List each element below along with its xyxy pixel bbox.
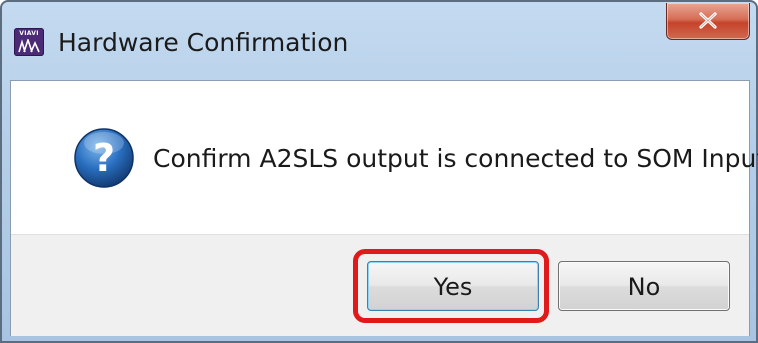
message-area: ? Confirm A2SLS output is connected to S… xyxy=(11,81,758,234)
button-bar: Yes No xyxy=(11,234,749,336)
viavi-logo-icon: VIAVI xyxy=(14,28,44,56)
title-bar[interactable]: VIAVI Hardware Confirmation xyxy=(2,2,756,80)
question-icon: ? xyxy=(74,128,134,188)
svg-text:?: ? xyxy=(93,136,115,180)
dialog-window: VIAVI Hardware Confirmation ? Confirm A2… xyxy=(0,0,758,343)
no-button[interactable]: No xyxy=(558,261,730,311)
window-title: Hardware Confirmation xyxy=(58,28,349,57)
yes-button[interactable]: Yes xyxy=(367,261,539,311)
close-button[interactable] xyxy=(666,3,750,40)
close-icon xyxy=(699,12,717,29)
confirmation-message: Confirm A2SLS output is connected to SOM… xyxy=(153,144,758,173)
logo-mark xyxy=(18,39,40,53)
dialog-content: ? Confirm A2SLS output is connected to S… xyxy=(10,80,758,336)
app-icon-text: VIAVI xyxy=(19,30,39,37)
